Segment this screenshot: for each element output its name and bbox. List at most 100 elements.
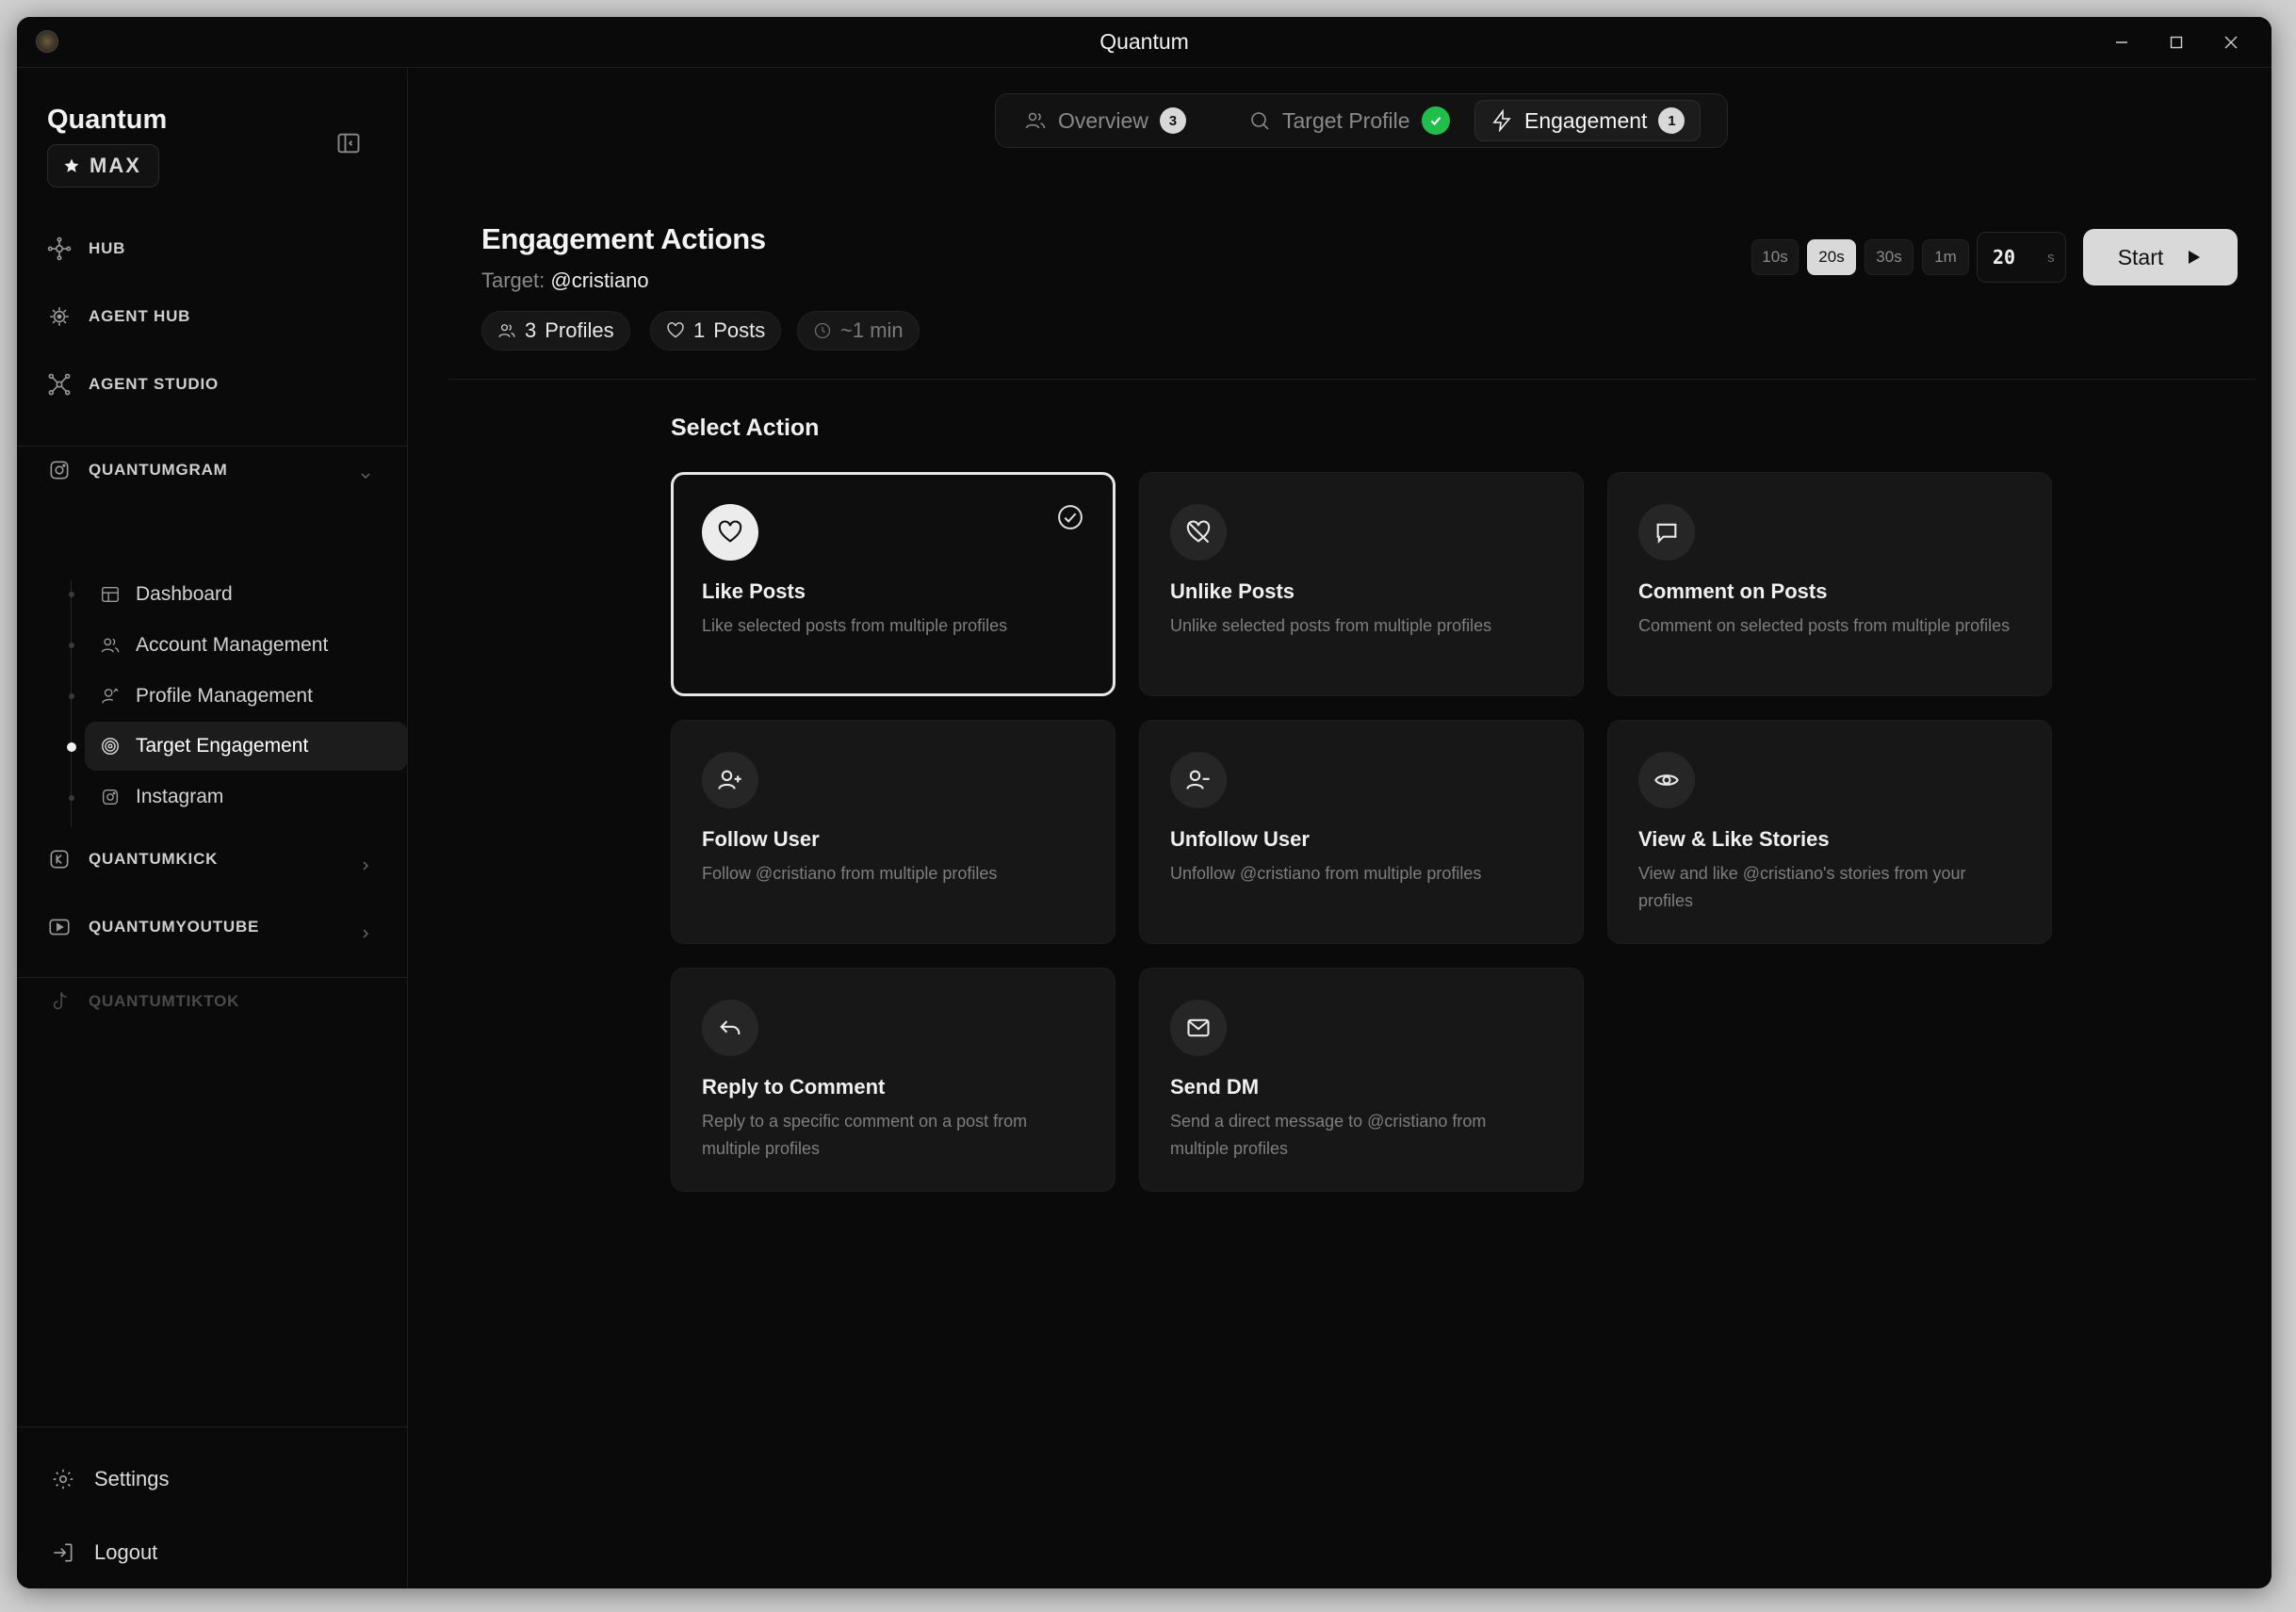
sidebar-item-instagram[interactable]: Instagram [85, 773, 408, 822]
submenu-dot [69, 795, 74, 801]
chevron-down-icon[interactable] [358, 468, 373, 483]
action-card-unfollow-user[interactable]: Unfollow User Unfollow @cristiano from m… [1139, 720, 1584, 944]
section-quantumgram-label: QUANTUMGRAM [89, 461, 228, 479]
sidebar-item-target-engagement-label: Target Engagement [136, 735, 309, 757]
agent-studio-icon [48, 373, 71, 396]
maximize-button[interactable] [2150, 24, 2203, 60]
settings-label: Settings [94, 1467, 170, 1490]
start-button[interactable]: Start [2083, 229, 2238, 285]
sidebar-toggle-icon [337, 133, 360, 154]
submenu-line [71, 580, 72, 827]
section-quantumkick-label: QUANTUMKICK [89, 850, 219, 868]
tab-overview[interactable]: Overview 3 [1009, 100, 1201, 141]
sidebar-item-dashboard[interactable]: Dashboard [85, 570, 408, 619]
youtube-icon [49, 919, 70, 936]
action-card-unlike-posts[interactable]: Unlike Posts Unlike selected posts from … [1139, 472, 1584, 696]
chevron-right-icon[interactable] [358, 858, 373, 873]
comment-icon [1638, 504, 1695, 561]
card-description: View and like @cristiano's stories from … [1638, 864, 1966, 910]
interval-10s[interactable]: 10s [1751, 239, 1799, 275]
submenu-dot [69, 592, 74, 597]
logout-button[interactable]: Logout [51, 1540, 157, 1565]
minimize-button[interactable] [2095, 24, 2148, 60]
tab-engagement[interactable]: Engagement 1 [1474, 100, 1702, 141]
users-icon [498, 324, 515, 337]
reply-icon [702, 1000, 758, 1056]
target-icon [102, 738, 119, 755]
action-card-send-dm[interactable]: Send DM Send a direct message to @cristi… [1139, 968, 1584, 1192]
gear-icon [53, 1469, 73, 1490]
interval-20s[interactable]: 20s [1807, 239, 1856, 275]
duration-value: ~1 min [840, 318, 904, 342]
hub-icon [47, 236, 72, 261]
seconds-unit: s [2047, 249, 2055, 266]
clock-icon [814, 322, 831, 339]
duration-chip: ~1 min [797, 311, 920, 350]
posts-label: Posts [713, 318, 766, 342]
nav-hub-label: HUB [89, 239, 126, 257]
seconds-input[interactable]: 20 s [1977, 232, 2066, 283]
sidebar-item-profile-management[interactable]: Profile Management [85, 672, 408, 721]
step-tabs: Overview 3 Target Profile Engagement 1 [995, 93, 1728, 148]
interval-1m[interactable]: 1m [1922, 239, 1969, 275]
chevron-right-icon[interactable] [358, 926, 373, 941]
nav-agent-studio-label: AGENT STUDIO [89, 375, 220, 393]
users-icon [101, 638, 120, 653]
section-quantumyoutube[interactable]: QUANTUMYOUTUBE [47, 915, 259, 939]
card-description: Like selected posts from multiple profil… [702, 616, 1008, 635]
heart-off-icon [1170, 504, 1227, 561]
sidebar-item-target-engagement[interactable]: Target Engagement [85, 722, 408, 771]
sidebar-item-dashboard-label: Dashboard [136, 583, 233, 605]
nav-agent-hub[interactable]: AGENT HUB [47, 304, 190, 329]
heart-icon [667, 322, 684, 338]
window-title: Quantum [1099, 29, 1189, 54]
maximize-icon [2170, 36, 2183, 49]
tab-target-profile[interactable]: Target Profile [1233, 100, 1465, 141]
tiktok-icon [53, 992, 67, 1010]
interval-30s[interactable]: 30s [1864, 239, 1913, 275]
section-quantumkick[interactable]: QUANTUMKICK [47, 847, 218, 871]
user-plus-icon [702, 752, 758, 808]
submenu-dot [69, 693, 74, 699]
profiles-label: Profiles [545, 318, 614, 342]
card-title: Comment on Posts [1638, 579, 1828, 603]
kick-icon [50, 850, 69, 869]
card-title: Reply to Comment [702, 1075, 886, 1099]
user-minus-icon [1170, 752, 1227, 808]
action-card-like-posts[interactable]: Like Posts Like selected posts from mult… [671, 472, 1115, 696]
instagram-icon [102, 789, 119, 806]
collapse-sidebar-button[interactable] [335, 130, 362, 156]
settings-button[interactable]: Settings [51, 1467, 170, 1491]
tab-overview-badge: 3 [1159, 107, 1186, 134]
submenu-dot [69, 643, 74, 648]
nav-agent-studio[interactable]: AGENT STUDIO [47, 372, 219, 397]
start-label: Start [2117, 244, 2164, 269]
lightning-icon [1492, 109, 1511, 132]
mail-icon [1170, 1000, 1227, 1056]
sidebar-item-account-management[interactable]: Account Management [85, 621, 408, 670]
action-card-comment-on-posts[interactable]: Comment on Posts Comment on selected pos… [1607, 472, 2052, 696]
card-title: Follow User [702, 827, 820, 851]
tab-overview-label: Overview [1058, 107, 1148, 133]
action-card-follow-user[interactable]: Follow User Follow @cristiano from multi… [671, 720, 1115, 944]
card-title: Unlike Posts [1170, 579, 1295, 603]
app-window: Quantum Quantum MAX HUB AGENT HUB AGENT … [17, 17, 2272, 1588]
section-quantumgram[interactable]: QUANTUMGRAM [47, 458, 228, 482]
brand-name: Quantum [47, 105, 168, 135]
seconds-value: 20 [1993, 246, 2016, 269]
selected-check-icon [1058, 505, 1083, 529]
card-description: Comment on selected posts from multiple … [1638, 616, 2011, 635]
posts-count: 1 [693, 318, 706, 342]
close-button[interactable] [2205, 24, 2257, 60]
action-card-view-like-stories[interactable]: View & Like Stories View and like @crist… [1607, 720, 2052, 944]
nav-hub[interactable]: HUB [47, 236, 125, 261]
sidebar-item-profile-management-label: Profile Management [136, 685, 313, 707]
sidebar-item-instagram-label: Instagram [136, 786, 224, 807]
section-quantumtiktok: QUANTUMTIKTOK [47, 989, 239, 1014]
nav-agent-hub-label: AGENT HUB [89, 307, 191, 325]
plan-label: MAX [90, 154, 141, 177]
plan-badge: MAX [47, 144, 159, 187]
title-bar: Quantum [17, 17, 2272, 68]
action-card-reply-to-comment[interactable]: Reply to Comment Reply to a specific com… [671, 968, 1115, 1192]
play-icon [2189, 251, 2201, 264]
